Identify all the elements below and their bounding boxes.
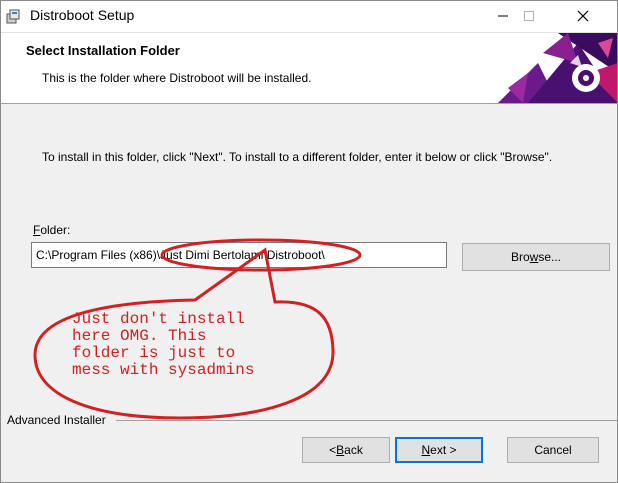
window-title: Distroboot Setup — [30, 7, 135, 23]
next-button[interactable]: Next > — [395, 437, 483, 463]
maximize-icon — [506, 0, 552, 32]
folder-label: Folder: — [33, 223, 70, 237]
back-label-post: ack — [344, 443, 363, 457]
browse-label-pre: Bro — [510, 250, 530, 264]
browse-button[interactable]: Bro w se... — [462, 243, 610, 271]
instructions-text: To install in this folder, click "Next".… — [42, 150, 553, 164]
annotation-text: Just don't install here OMG. This folder… — [72, 310, 255, 379]
browse-label-accel: w — [529, 250, 539, 264]
page-subtitle: This is the folder where Distroboot will… — [42, 71, 312, 85]
back-button[interactable]: < Back — [302, 437, 390, 463]
page-title: Select Installation Folder — [26, 43, 180, 58]
next-label-accel: N — [421, 443, 431, 457]
browse-label-post: se... — [538, 250, 562, 264]
next-label-post: ext > — [430, 443, 457, 457]
distroboot-logo-art — [498, 33, 618, 103]
cancel-button[interactable]: Cancel — [507, 437, 599, 463]
close-icon[interactable] — [560, 0, 606, 32]
header-banner: Select Installation Folder This is the f… — [0, 33, 618, 104]
folder-path-input[interactable] — [31, 242, 447, 268]
footer-divider — [0, 420, 618, 421]
title-bar[interactable]: Distroboot Setup — [0, 0, 618, 33]
back-label-accel: B — [336, 443, 345, 457]
back-label-pre: < — [329, 443, 337, 457]
setup-app-icon — [6, 8, 22, 24]
folder-label-rest: older: — [40, 223, 71, 237]
